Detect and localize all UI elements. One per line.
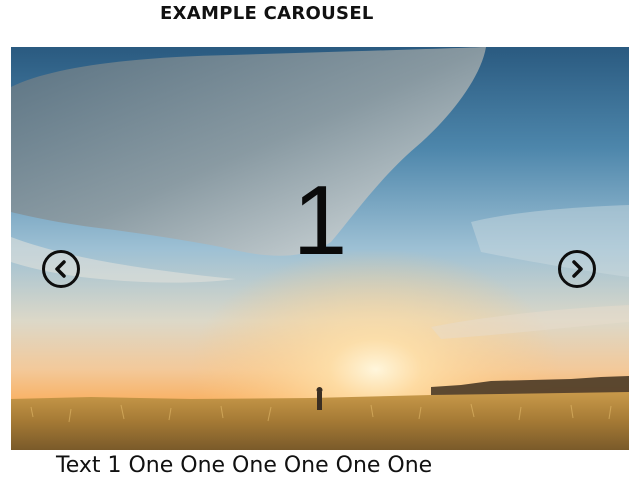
carousel-slide: 1 [11,47,629,450]
carousel-title: EXAMPLE CAROUSEL [160,3,374,24]
next-slide-button[interactable] [558,250,596,288]
slide-number: 1 [292,165,348,275]
slide-caption: Text 1 One One One One One One [56,453,433,478]
prev-slide-button[interactable] [42,250,80,288]
chevron-right-icon [572,260,583,278]
carousel-page: EXAMPLE CAROUSEL 1 Text 1 One One One On… [0,0,640,480]
chevron-left-icon [55,260,66,278]
